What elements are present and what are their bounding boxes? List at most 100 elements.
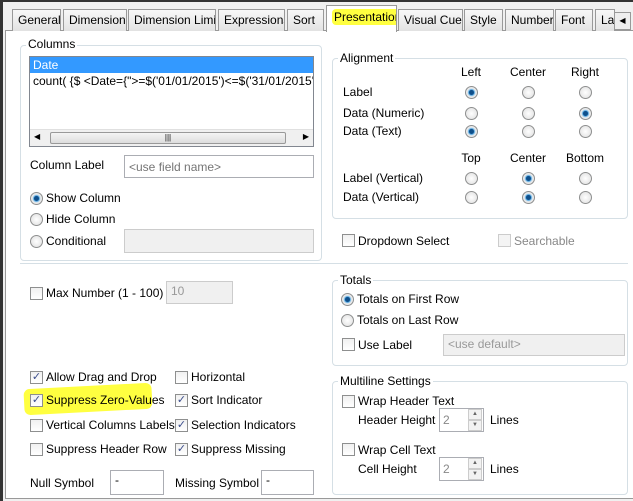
tab-font[interactable]: Font <box>555 9 593 31</box>
header-height-spinner[interactable]: 2 ▲ ▼ <box>439 408 484 432</box>
valign-radio-bottom[interactable] <box>579 191 592 204</box>
alignment-title: Alignment <box>338 51 396 65</box>
totals-last-row-radio[interactable] <box>341 314 354 327</box>
column-label-label: Column Label <box>30 158 105 172</box>
tab-label: Style <box>470 13 497 27</box>
tab-number[interactable]: Number <box>505 9 554 31</box>
column-label-input[interactable] <box>124 155 314 178</box>
divider <box>20 263 628 264</box>
cell-height-spinner[interactable]: 2 ▲ ▼ <box>439 457 484 481</box>
list-item[interactable]: count( {$ <Date={">=$('01/01/2015')<=$('… <box>30 73 313 89</box>
use-label-checkbox[interactable] <box>342 338 355 351</box>
spin-up-icon[interactable]: ▲ <box>468 409 482 420</box>
columns-list[interactable]: Date count( {$ <Date={">=$('01/01/2015')… <box>29 56 314 147</box>
tab-general[interactable]: General <box>12 9 61 31</box>
hide-column-label: Hide Column <box>46 212 116 226</box>
tab-visual-cues[interactable]: Visual Cues <box>398 9 463 31</box>
align-radio-left[interactable] <box>465 107 478 120</box>
conditional-radio[interactable] <box>30 235 43 248</box>
align-row-label: Data (Numeric) <box>343 106 425 120</box>
sort-indicator-checkbox[interactable]: ✓ <box>175 394 188 407</box>
missing-symbol-label: Missing Symbol <box>175 476 260 490</box>
scroll-thumb[interactable]: ||| <box>50 132 286 144</box>
horizontal-scrollbar[interactable]: ◀ ||| ▶ <box>30 129 313 146</box>
tab-la[interactable]: La <box>595 9 615 31</box>
max-number-checkbox[interactable] <box>30 287 43 300</box>
dropdown-select-label: Dropdown Select <box>358 234 450 248</box>
tab-label: Dimension Limits <box>134 13 216 27</box>
conditional-input[interactable] <box>124 229 314 253</box>
option-label: Sort Indicator <box>191 393 263 407</box>
align-radio-right[interactable] <box>579 125 592 138</box>
spin-up-icon[interactable]: ▲ <box>468 458 482 469</box>
option-label: Selection Indicators <box>191 418 296 432</box>
scroll-right-icon[interactable]: ▶ <box>303 132 309 141</box>
cell-height-value: 2 <box>443 462 450 476</box>
multiline-title: Multiline Settings <box>338 374 433 388</box>
columns-title: Columns <box>26 37 78 51</box>
show-column-radio[interactable] <box>30 192 43 205</box>
align-radio-right[interactable] <box>579 86 592 99</box>
option-label: Horizontal <box>191 370 246 384</box>
valign-header-center: Center <box>509 151 547 165</box>
tab-style[interactable]: Style <box>464 9 503 31</box>
align-row-label: Label <box>343 85 373 99</box>
totals-first-row-radio[interactable] <box>341 293 354 306</box>
searchable-checkbox[interactable] <box>498 234 511 247</box>
align-radio-center[interactable] <box>522 107 535 120</box>
tab-dimensions[interactable]: Dimensions <box>63 9 127 31</box>
use-label-label: Use Label <box>358 338 413 352</box>
null-symbol-input[interactable]: - <box>110 470 164 495</box>
align-radio-center[interactable] <box>522 125 535 138</box>
suppress-header-row-checkbox[interactable] <box>30 443 43 456</box>
show-column-label: Show Column <box>46 191 121 205</box>
cell-lines-label: Lines <box>490 462 519 476</box>
vertical-columns-labels-checkbox[interactable] <box>30 419 43 432</box>
valign-header-top: Top <box>461 151 481 165</box>
option-label: Suppress Header Row <box>46 442 167 456</box>
valign-radio-center[interactable] <box>522 191 535 204</box>
align-header-center: Center <box>509 65 547 79</box>
spin-down-icon[interactable]: ▼ <box>468 469 482 480</box>
list-item[interactable]: Date <box>30 57 313 73</box>
tab-label: Expressions <box>224 13 285 27</box>
valign-row-label: Label (Vertical) <box>343 171 424 185</box>
valign-radio-center[interactable] <box>522 172 535 185</box>
valign-row-label: Data (Vertical) <box>343 190 420 204</box>
align-radio-center[interactable] <box>522 86 535 99</box>
valign-radio-top[interactable] <box>465 191 478 204</box>
horizontal-checkbox[interactable] <box>175 371 188 384</box>
option-label: Suppress Missing <box>191 442 286 456</box>
align-radio-left[interactable] <box>465 125 478 138</box>
spin-down-icon[interactable]: ▼ <box>468 420 482 431</box>
tab-label: Number <box>511 13 554 27</box>
max-number-input[interactable]: 10 <box>166 281 233 304</box>
dropdown-select-checkbox[interactable] <box>342 234 355 247</box>
align-header-right: Right <box>570 65 599 79</box>
wrap-cell-checkbox[interactable] <box>342 443 355 456</box>
tab-scroll-left-icon[interactable]: ◀ <box>614 12 631 30</box>
align-radio-right[interactable] <box>579 107 592 120</box>
tab-dimension-limits[interactable]: Dimension Limits <box>128 9 216 31</box>
valign-radio-top[interactable] <box>465 172 478 185</box>
use-label-input[interactable]: <use default> <box>443 334 625 356</box>
missing-symbol-input[interactable]: - <box>261 470 314 495</box>
option-label: Vertical Columns Labels <box>46 418 175 432</box>
align-header-left: Left <box>460 65 481 79</box>
tab-sort[interactable]: Sort <box>287 9 324 31</box>
selection-indicators-checkbox[interactable]: ✓ <box>175 419 188 432</box>
valign-radio-bottom[interactable] <box>579 172 592 185</box>
null-symbol-label: Null Symbol <box>30 476 95 490</box>
tab-label: Dimensions <box>69 13 127 27</box>
align-radio-left[interactable] <box>465 86 478 99</box>
allow-drag-and-drop-checkbox[interactable]: ✓ <box>30 371 43 384</box>
tab-presentation[interactable]: Presentation <box>326 5 397 32</box>
wrap-header-checkbox[interactable] <box>342 395 355 408</box>
hide-column-radio[interactable] <box>30 213 43 226</box>
tab-expressions[interactable]: Expressions <box>218 9 285 31</box>
totals-title: Totals <box>338 273 374 287</box>
suppress-missing-checkbox[interactable]: ✓ <box>175 443 188 456</box>
scroll-left-icon[interactable]: ◀ <box>34 132 40 141</box>
suppress-zero-values-checkbox[interactable]: ✓ <box>30 394 43 407</box>
tab-label: Presentation <box>332 9 396 25</box>
